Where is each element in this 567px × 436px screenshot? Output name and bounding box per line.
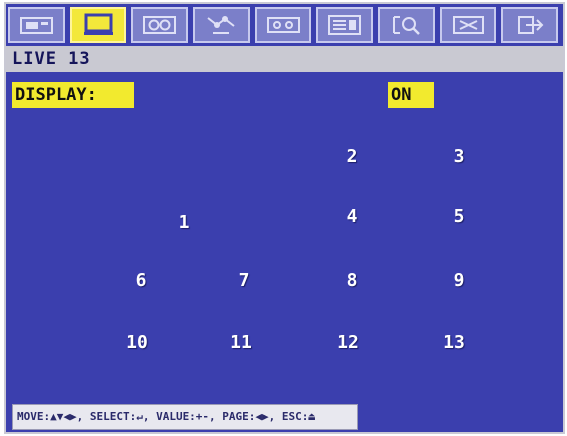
channel-12[interactable]: 12 [328,332,368,353]
tab-record[interactable] [131,7,189,43]
tab-search[interactable] [378,7,435,43]
display-setting-label: DISPLAY: [12,82,134,108]
camera-settings-icon [20,17,53,34]
tab-exit[interactable] [501,7,559,43]
page-title: LIVE 13 [12,49,91,69]
exit-icon [518,16,544,34]
channel-3[interactable]: 3 [439,146,479,167]
channel-1[interactable]: 1 [164,212,204,233]
channel-2[interactable]: 2 [332,146,372,167]
system-icon [328,15,362,35]
channel-7[interactable]: 7 [224,270,264,291]
tab-camera[interactable] [8,7,65,43]
osd-menu-window: LIVE 13 DISPLAY: ON 1 2 3 4 5 6 7 8 9 10… [4,2,565,434]
tab-device[interactable] [254,7,312,43]
channel-8[interactable]: 8 [332,270,372,291]
key-help-bar: MOVE:▲▼◀▶, SELECT:↵, VALUE:+-, PAGE:◀▶, … [12,404,358,430]
channel-9[interactable]: 9 [439,270,479,291]
menu-title-bar: LIVE 13 [6,46,563,72]
menu-toolbar [6,4,563,46]
channel-10[interactable]: 10 [117,332,157,353]
channel-5[interactable]: 5 [439,206,479,227]
device-icon [266,17,300,33]
channel-6[interactable]: 6 [121,270,161,291]
tab-system[interactable] [316,7,374,43]
channel-4[interactable]: 4 [332,206,372,227]
network-icon [207,16,235,34]
search-icon [393,16,420,35]
tab-display[interactable] [69,7,127,43]
channel-13[interactable]: 13 [434,332,474,353]
display-setting-value[interactable]: ON [388,82,434,108]
tools-icon [452,16,484,34]
record-icon [143,16,177,34]
tab-tools[interactable] [439,7,497,43]
monitor-display-icon [83,13,113,35]
channel-11[interactable]: 11 [221,332,261,353]
tab-network[interactable] [193,7,250,43]
